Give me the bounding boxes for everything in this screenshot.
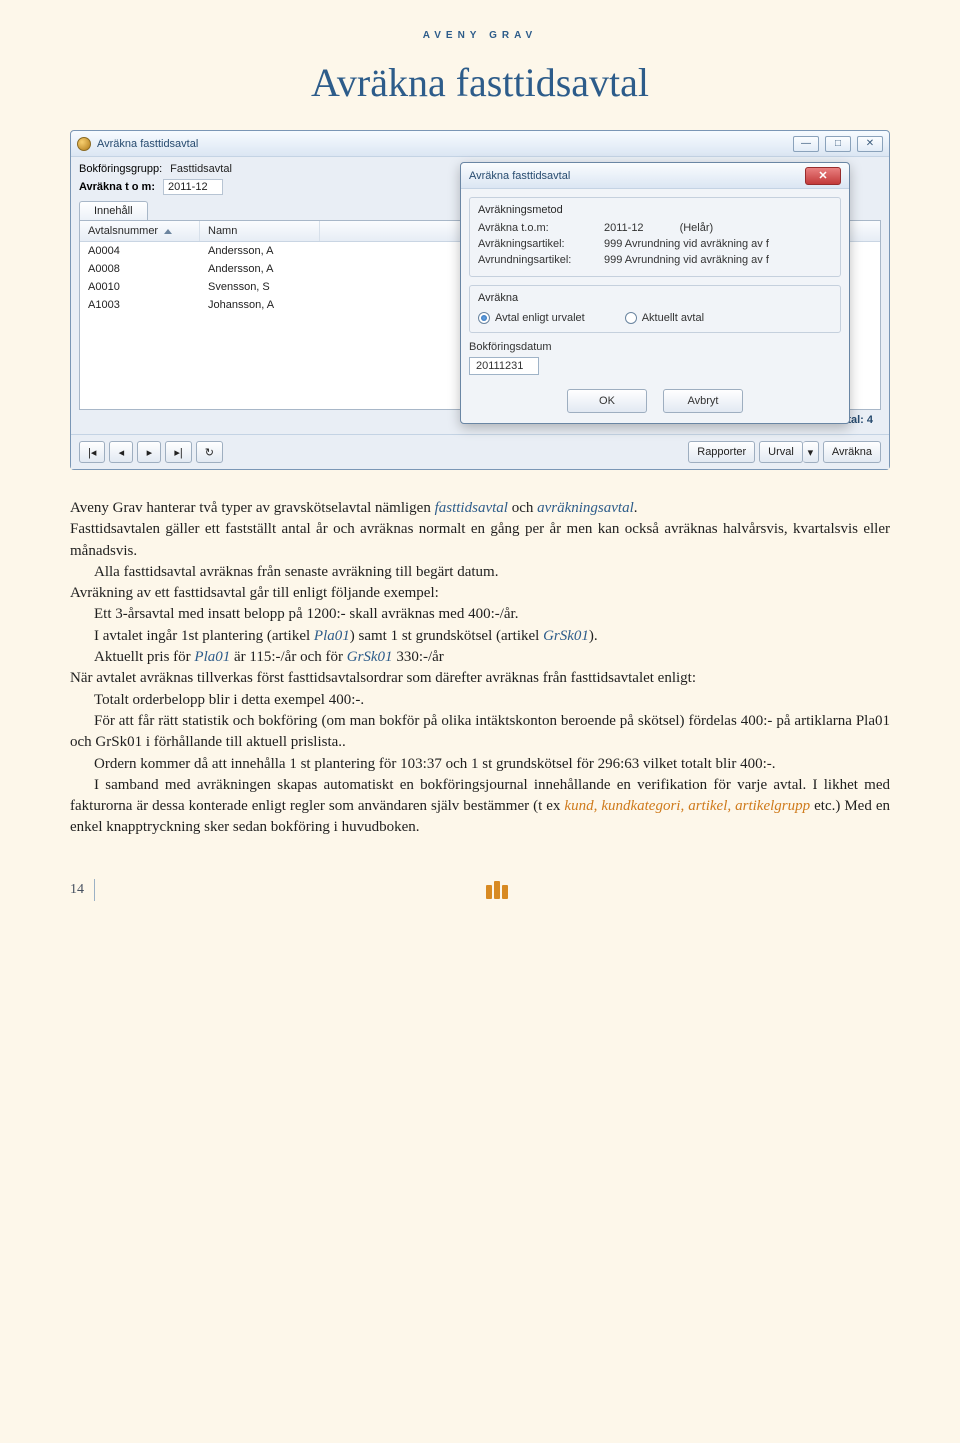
app-icon bbox=[77, 137, 91, 151]
avrakna-tom-lbl: Avräkna t.o.m: bbox=[478, 222, 598, 234]
rapporter-button[interactable]: Rapporter bbox=[688, 441, 755, 463]
logo-icon bbox=[486, 881, 508, 899]
bokforingsdatum-label: Bokföringsdatum bbox=[469, 341, 841, 353]
window-title: Avräkna fasttidsavtal bbox=[97, 138, 793, 150]
term-avrakningsavtal: avräkningsavtal bbox=[537, 500, 634, 516]
group-avrakna: Avräkna Avtal enligt urvalet Aktuellt av… bbox=[469, 285, 841, 333]
cancel-button[interactable]: Avbryt bbox=[663, 389, 743, 413]
urval-dropdown-button[interactable]: ▾ bbox=[803, 441, 819, 463]
radio-off-icon bbox=[625, 312, 637, 324]
radio-avtal-urvalet[interactable]: Avtal enligt urvalet bbox=[478, 312, 585, 324]
close-button[interactable]: ✕ bbox=[857, 136, 883, 152]
avrakna-tom-val: 2011-12 bbox=[604, 222, 644, 234]
avrakna-tom-label: Avräkna t o m: bbox=[79, 181, 155, 193]
page-number: 14 bbox=[70, 882, 84, 898]
nav-refresh-button[interactable]: ↻ bbox=[196, 441, 223, 463]
maximize-button[interactable]: □ bbox=[825, 136, 851, 152]
dialog-title: Avräkna fasttidsavtal bbox=[469, 170, 805, 182]
header-small: AVENY GRAV bbox=[70, 30, 890, 41]
col-avtalsnummer[interactable]: Avtalsnummer bbox=[80, 221, 200, 241]
avrakna-tom-value[interactable]: 2011-12 bbox=[163, 179, 223, 195]
group-title: Avräkna bbox=[478, 292, 832, 304]
radio-on-icon bbox=[478, 312, 490, 324]
avrakna-tom-extra: (Helår) bbox=[680, 222, 714, 234]
sort-asc-icon bbox=[164, 229, 172, 234]
term-kund-etc: kund, kundkategori, artikel, artikelgrup… bbox=[564, 798, 810, 814]
window-titlebar: Avräkna fasttidsavtal — □ ✕ bbox=[71, 131, 889, 157]
term-fasttidsavtal: fasttidsavtal bbox=[435, 500, 508, 516]
page-title: Avräkna fasttidsavtal bbox=[70, 59, 890, 106]
avrakna-button[interactable]: Avräkna bbox=[823, 441, 881, 463]
nav-next-button[interactable]: ▸ bbox=[137, 441, 161, 463]
bookgroup-label: Bokföringsgrupp: bbox=[79, 163, 162, 175]
screenshot: Avräkna fasttidsavtal — □ ✕ Bokföringsgr… bbox=[70, 130, 890, 470]
ok-button[interactable]: OK bbox=[567, 389, 647, 413]
nav-first-button[interactable]: |◂ bbox=[79, 441, 105, 463]
avrakningsartikel-val: 999 Avrundning vid avräkning av f bbox=[604, 238, 832, 250]
bookgroup-value: Fasttidsavtal bbox=[170, 163, 232, 175]
minimize-button[interactable]: — bbox=[793, 136, 819, 152]
body-text: Aveny Grav hanterar två typer av gravskö… bbox=[70, 498, 890, 839]
avrundningsartikel-lbl: Avrundningsartikel: bbox=[478, 254, 598, 266]
dialog-close-button[interactable]: ✕ bbox=[805, 167, 841, 185]
tab-innehall[interactable]: Innehåll bbox=[79, 201, 148, 220]
bokforingsdatum-input[interactable]: 20111231 bbox=[469, 357, 539, 375]
nav-prev-button[interactable]: ◂ bbox=[109, 441, 133, 463]
group-title: Avräkningsmetod bbox=[478, 204, 832, 216]
dialog-avrakna: Avräkna fasttidsavtal ✕ Avräkningsmetod … bbox=[460, 162, 850, 424]
group-avrakningsmetod: Avräkningsmetod Avräkna t.o.m: 2011-12 (… bbox=[469, 197, 841, 277]
footer-divider bbox=[94, 879, 95, 901]
avrakningsartikel-lbl: Avräkningsartikel: bbox=[478, 238, 598, 250]
term-grsk01: GrSk01 bbox=[543, 628, 589, 644]
radio-aktuellt-avtal[interactable]: Aktuellt avtal bbox=[625, 312, 704, 324]
col-namn[interactable]: Namn bbox=[200, 221, 320, 241]
footer: 14 bbox=[70, 879, 890, 901]
term-pla01: Pla01 bbox=[314, 628, 350, 644]
avrundningsartikel-val: 999 Avrundning vid avräkning av f bbox=[604, 254, 832, 266]
urval-button[interactable]: Urval bbox=[759, 441, 803, 463]
nav-last-button[interactable]: ▸| bbox=[165, 441, 191, 463]
